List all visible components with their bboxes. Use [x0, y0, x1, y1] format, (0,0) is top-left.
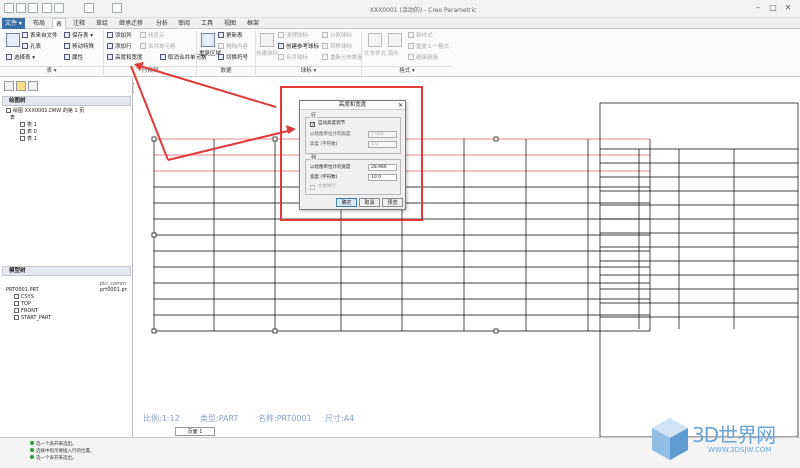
watermark: 3D世界网 WWW.3DSJW.COM — [648, 414, 798, 466]
arrowhead — [286, 125, 296, 134]
annotation-arrow-line — [139, 65, 277, 108]
annotation-arrow-line — [167, 129, 293, 161]
watermark-brand: 3D世界网 — [692, 423, 776, 447]
annotation-arrow-line — [130, 65, 169, 161]
cube-logo-icon — [652, 418, 688, 460]
annotation-arrows — [130, 62, 296, 161]
watermark-url: WWW.3DSJW.COM — [708, 446, 772, 454]
